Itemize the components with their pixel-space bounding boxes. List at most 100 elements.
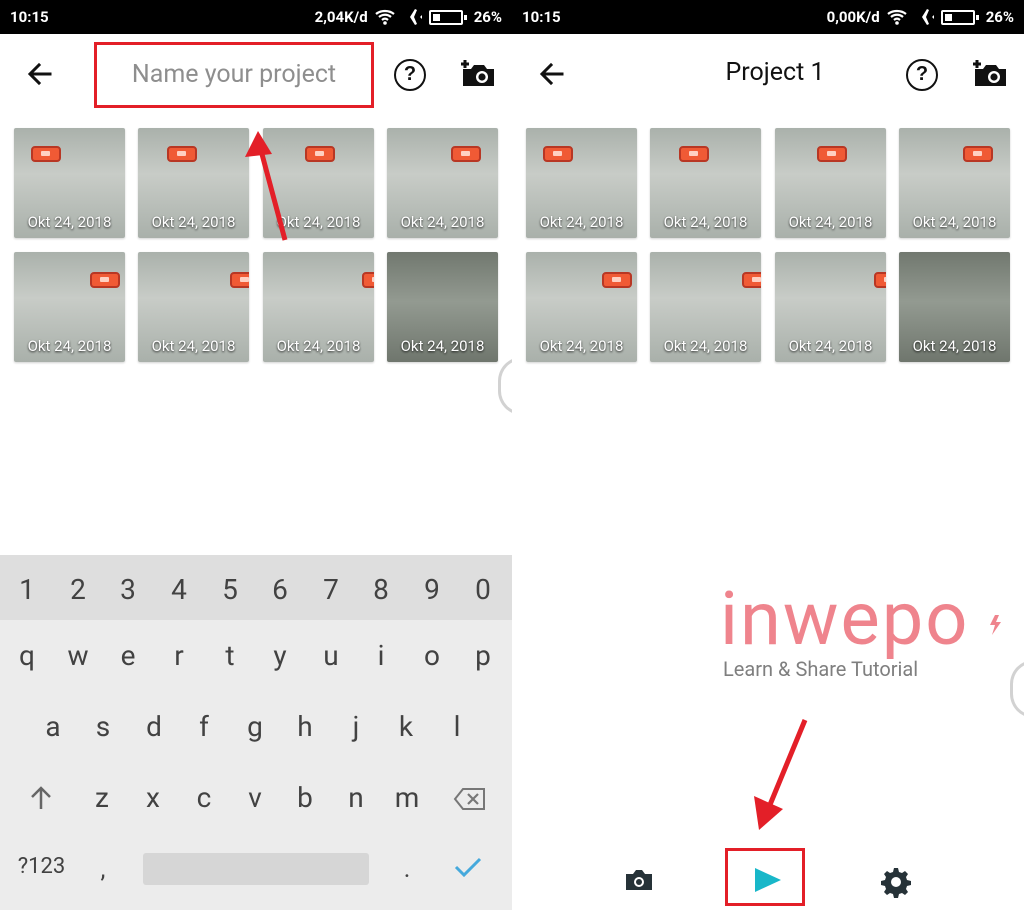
- key-o[interactable]: o: [410, 639, 454, 673]
- right-phone-screen: 10:15 0,00K/d 26% Project 1 ? Okt 24, 20…: [512, 0, 1024, 910]
- status-time: 10:15: [522, 8, 561, 26]
- project-app-bar: Project 1 ?: [512, 34, 1024, 116]
- project-app-bar: Name your project ?: [0, 34, 512, 116]
- backspace-icon[interactable]: [453, 785, 487, 813]
- bottom-navigation: [512, 842, 1024, 910]
- photo-thumbnail[interactable]: Okt 24, 2018: [899, 128, 1010, 238]
- back-arrow-icon[interactable]: [536, 58, 568, 90]
- left-phone-screen: 10:15 2,04K/d 26% Name your project ? Ok…: [0, 0, 512, 910]
- period-key[interactable]: .: [392, 855, 422, 885]
- help-circle-icon[interactable]: ?: [394, 59, 426, 91]
- key-5[interactable]: 5: [208, 573, 252, 607]
- battery-level: 26%: [985, 8, 1014, 26]
- key-s[interactable]: s: [81, 710, 125, 744]
- settings-gear-icon[interactable]: [880, 866, 912, 898]
- key-v[interactable]: v: [233, 781, 277, 815]
- key-6[interactable]: 6: [258, 573, 302, 607]
- photo-thumbnail[interactable]: Okt 24, 2018: [263, 252, 374, 362]
- shift-arrow-icon[interactable]: [24, 784, 58, 812]
- photo-date: Okt 24, 2018: [276, 337, 361, 355]
- key-j[interactable]: j: [334, 710, 378, 744]
- photo-date: Okt 24, 2018: [912, 213, 997, 231]
- key-i[interactable]: i: [359, 639, 403, 673]
- comma-key[interactable]: ,: [88, 855, 118, 885]
- status-time: 10:15: [10, 8, 49, 26]
- key-p[interactable]: p: [461, 639, 505, 673]
- key-n[interactable]: n: [334, 781, 378, 815]
- key-h[interactable]: h: [283, 710, 327, 744]
- checkmark-icon[interactable]: [454, 857, 482, 877]
- photo-date: Okt 24, 2018: [151, 337, 236, 355]
- key-e[interactable]: e: [106, 639, 150, 673]
- photo-date: Okt 24, 2018: [788, 213, 873, 231]
- photo-date: Okt 24, 2018: [276, 213, 361, 231]
- key-7[interactable]: 7: [309, 573, 353, 607]
- key-y[interactable]: y: [258, 639, 302, 673]
- back-arrow-icon[interactable]: [24, 58, 56, 90]
- photo-date: Okt 24, 2018: [539, 213, 624, 231]
- photo-thumbnail[interactable]: Okt 24, 2018: [138, 128, 249, 238]
- network-speed: 2,04K/d: [314, 8, 368, 26]
- photo-thumbnail[interactable]: Okt 24, 2018: [263, 128, 374, 238]
- photo-thumbnail[interactable]: Okt 24, 2018: [387, 252, 498, 362]
- photo-grid: Okt 24, 2018 Okt 24, 2018 Okt 24, 2018 O…: [14, 128, 498, 363]
- key-0[interactable]: 0: [461, 573, 505, 607]
- key-c[interactable]: c: [182, 781, 226, 815]
- photo-date: Okt 24, 2018: [912, 337, 997, 355]
- status-bar: 10:15 2,04K/d 26%: [0, 0, 512, 34]
- photo-thumbnail[interactable]: Okt 24, 2018: [14, 252, 125, 362]
- battery-level: 26%: [473, 8, 502, 26]
- photo-thumbnail[interactable]: Okt 24, 2018: [526, 128, 637, 238]
- airplane-mode-icon: [915, 9, 934, 25]
- key-z[interactable]: z: [80, 781, 124, 815]
- symbols-key[interactable]: ?123: [14, 852, 69, 882]
- key-d[interactable]: d: [132, 710, 176, 744]
- project-title[interactable]: Project 1: [700, 58, 850, 87]
- key-8[interactable]: 8: [359, 573, 403, 607]
- photo-thumbnail[interactable]: Okt 24, 2018: [526, 252, 637, 362]
- photo-date: Okt 24, 2018: [27, 213, 112, 231]
- key-1[interactable]: 1: [5, 573, 49, 607]
- key-r[interactable]: r: [157, 639, 201, 673]
- photo-thumbnail[interactable]: Okt 24, 2018: [899, 252, 1010, 362]
- photo-thumbnail[interactable]: Okt 24, 2018: [775, 128, 886, 238]
- photo-thumbnail[interactable]: Okt 24, 2018: [650, 128, 761, 238]
- project-name-input[interactable]: Name your project: [94, 42, 374, 108]
- key-b[interactable]: b: [283, 781, 327, 815]
- key-u[interactable]: u: [309, 639, 353, 673]
- key-2[interactable]: 2: [56, 573, 100, 607]
- wifi-icon: [887, 9, 907, 25]
- add-photo-camera-icon[interactable]: [460, 58, 496, 90]
- play-icon[interactable]: [752, 866, 784, 894]
- battery-icon: [940, 9, 979, 25]
- key-g[interactable]: g: [233, 710, 277, 744]
- photo-thumbnail[interactable]: Okt 24, 2018: [138, 252, 249, 362]
- network-speed: 0,00K/d: [826, 8, 880, 26]
- battery-icon: [428, 9, 467, 25]
- add-photo-camera-icon[interactable]: [972, 58, 1008, 90]
- camera-icon[interactable]: [624, 868, 654, 892]
- key-t[interactable]: t: [208, 639, 252, 673]
- photo-thumbnail[interactable]: Okt 24, 2018: [387, 128, 498, 238]
- photo-thumbnail[interactable]: Okt 24, 2018: [650, 252, 761, 362]
- key-4[interactable]: 4: [157, 573, 201, 607]
- key-f[interactable]: f: [182, 710, 226, 744]
- key-q[interactable]: q: [5, 639, 49, 673]
- photo-date: Okt 24, 2018: [400, 213, 485, 231]
- key-w[interactable]: w: [56, 639, 100, 673]
- key-x[interactable]: x: [131, 781, 175, 815]
- key-k[interactable]: k: [384, 710, 428, 744]
- scroll-edge-indicator: [498, 357, 512, 415]
- key-l[interactable]: l: [435, 710, 479, 744]
- key-m[interactable]: m: [385, 781, 429, 815]
- key-9[interactable]: 9: [410, 573, 454, 607]
- help-circle-icon[interactable]: ?: [906, 59, 938, 91]
- photo-date: Okt 24, 2018: [663, 213, 748, 231]
- space-bar[interactable]: [143, 853, 369, 885]
- photo-thumbnail[interactable]: Okt 24, 2018: [14, 128, 125, 238]
- photo-date: Okt 24, 2018: [151, 213, 236, 231]
- photo-thumbnail[interactable]: Okt 24, 2018: [775, 252, 886, 362]
- key-a[interactable]: a: [31, 710, 75, 744]
- photo-date: Okt 24, 2018: [663, 337, 748, 355]
- key-3[interactable]: 3: [106, 573, 150, 607]
